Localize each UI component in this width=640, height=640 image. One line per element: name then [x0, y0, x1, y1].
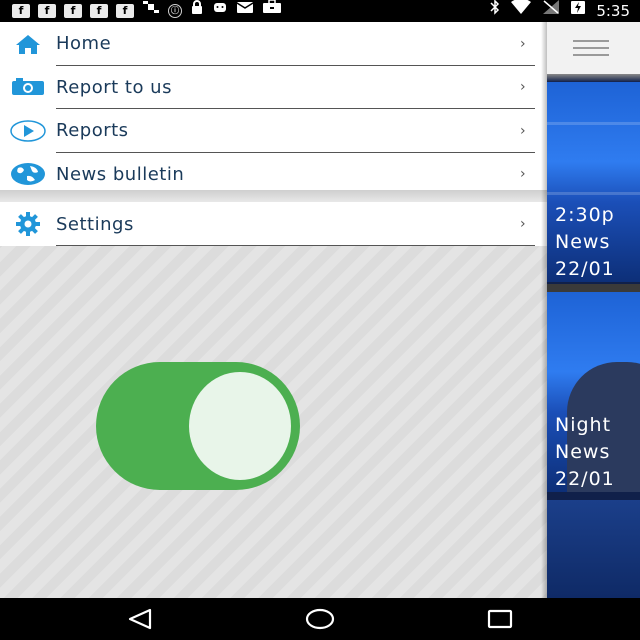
recents-button[interactable]	[470, 598, 530, 640]
back-button[interactable]	[110, 598, 170, 640]
video-card-time: 2:30p	[555, 204, 615, 226]
menu-item-label: Home	[56, 33, 112, 55]
facebook-notification-icon: f	[64, 4, 82, 18]
toggle-knob	[189, 372, 291, 480]
menu-item-home[interactable]: Home ›	[0, 22, 547, 66]
video-card-title: News	[555, 441, 611, 463]
circle-icon: ⓘ	[168, 4, 182, 18]
bluetooth-icon	[490, 0, 500, 23]
notification-icons: f f f f f ⓘ	[0, 0, 282, 22]
menu-item-reports[interactable]: Reports ›	[0, 109, 547, 153]
satellite-icon	[142, 0, 160, 22]
status-time: 5:35	[596, 2, 630, 20]
navigation-bar	[0, 598, 640, 640]
menu-item-settings[interactable]: Settings ›	[0, 202, 547, 246]
video-card-date: 22/01	[555, 468, 615, 490]
toggle-switch[interactable]	[96, 362, 300, 490]
wifi-icon	[510, 0, 532, 23]
play-icon	[10, 119, 46, 143]
back-triangle-icon	[128, 608, 152, 630]
menu-item-report-to-us[interactable]: Report to us ›	[0, 66, 547, 109]
facebook-notification-icon: f	[116, 4, 134, 18]
facebook-notification-icon: f	[38, 4, 56, 18]
drawer-settings-group: Settings ›	[0, 202, 547, 246]
video-card-time: Night	[555, 414, 612, 436]
chevron-right-icon: ›	[520, 122, 526, 139]
video-card-title: News	[555, 231, 611, 253]
gear-icon	[10, 212, 46, 236]
cell-signal-icon	[542, 0, 560, 23]
navigation-drawer: Home › Report to us › Reports › News bul…	[0, 22, 547, 598]
camera-icon	[10, 75, 46, 99]
menu-item-label: Settings	[56, 213, 134, 235]
menu-item-label: Reports	[56, 120, 129, 142]
home-button[interactable]	[290, 598, 350, 640]
video-card[interactable]: Night News 22/01	[547, 292, 640, 492]
briefcase-icon	[262, 0, 282, 22]
status-bar: f f f f f ⓘ 5:35	[0, 0, 640, 22]
chevron-right-icon: ›	[520, 216, 526, 232]
main-content: 2:30p News 22/01 Night News 22/01	[547, 22, 640, 598]
system-status: 5:35	[490, 0, 630, 22]
lock-icon	[190, 0, 204, 22]
mail-icon	[236, 0, 254, 22]
video-card[interactable]	[547, 500, 640, 598]
chevron-right-icon: ›	[520, 79, 526, 96]
chevron-right-icon: ›	[520, 166, 526, 183]
video-card-date: 22/01	[555, 258, 615, 280]
home-circle-icon	[305, 608, 335, 630]
menu-item-label: Report to us	[56, 76, 172, 98]
screen: f f f f f ⓘ 5:35 2:30p News 22/01 Night …	[0, 0, 640, 640]
facebook-notification-icon: f	[90, 4, 108, 18]
chevron-right-icon: ›	[520, 35, 526, 52]
recents-square-icon	[487, 609, 513, 629]
facebook-notification-icon: f	[12, 4, 30, 18]
home-icon	[10, 32, 46, 56]
app-toolbar	[547, 22, 640, 74]
video-card[interactable]: 2:30p News 22/01	[547, 82, 640, 282]
android-icon	[212, 0, 228, 22]
globe-icon	[10, 162, 46, 186]
battery-charging-icon	[570, 0, 586, 23]
menu-item-label: News bulletin	[56, 163, 185, 185]
drawer-menu: Home › Report to us › Reports › News bul…	[0, 22, 547, 196]
hamburger-menu-icon[interactable]	[573, 40, 609, 56]
